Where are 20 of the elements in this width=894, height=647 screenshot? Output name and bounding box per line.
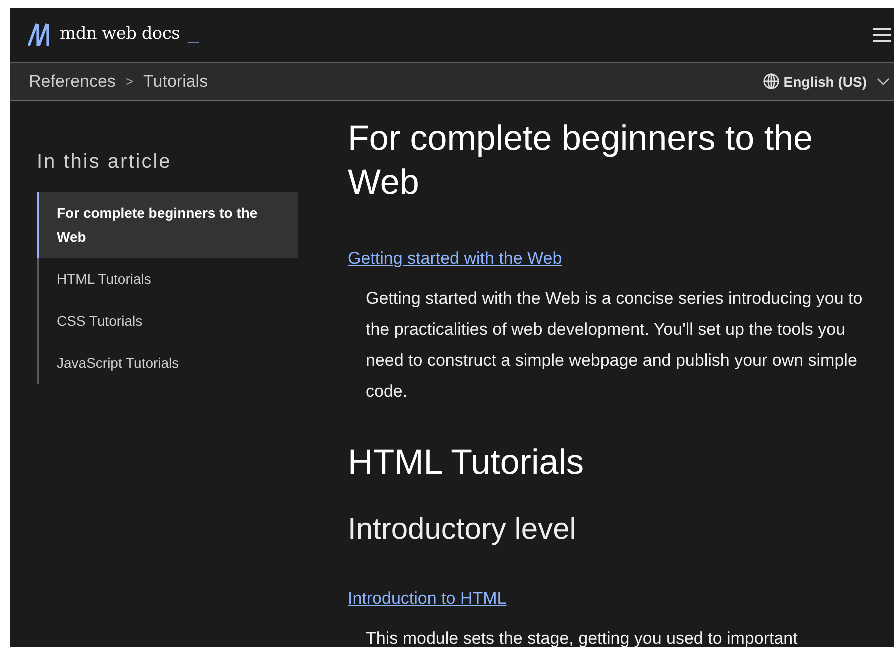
language-selector[interactable]: English (US) [762, 73, 890, 90]
description-text: Getting started with the Web is a concise series introducing you to the practicalities of web development. You'll set up the tools you need to construct a simple webpage and publish your own simple code. [366, 288, 864, 403]
logo-text[interactable]: mdn web docs [60, 24, 180, 44]
toc-link[interactable]: CSS Tutorials [39, 300, 298, 342]
tutorial-link[interactable]: Getting started with the Web [348, 249, 894, 269]
toc-link[interactable]: JavaScript Tutorials [39, 342, 298, 384]
toc-heading: In this article [37, 151, 173, 174]
breadcrumb-link[interactable]: References [29, 72, 116, 92]
section-heading: HTML Tutorials [348, 443, 585, 483]
breadcrumb-link[interactable]: Tutorials [144, 72, 208, 92]
tutorial-link[interactable]: Introduction to HTML [348, 589, 894, 609]
menu-button[interactable] [872, 27, 894, 43]
toc-link[interactable]: For complete beginners to the Web [37, 192, 298, 258]
page-heading: For complete beginners to the Web [348, 118, 814, 204]
toc-link[interactable]: HTML Tutorials [39, 258, 298, 300]
logo-cursor: _ [188, 24, 200, 47]
chevron-down-icon [877, 78, 890, 86]
breadcrumb-separator: > [126, 74, 134, 89]
subsection-heading: Introductory level [348, 513, 578, 547]
globe-icon [762, 73, 780, 90]
